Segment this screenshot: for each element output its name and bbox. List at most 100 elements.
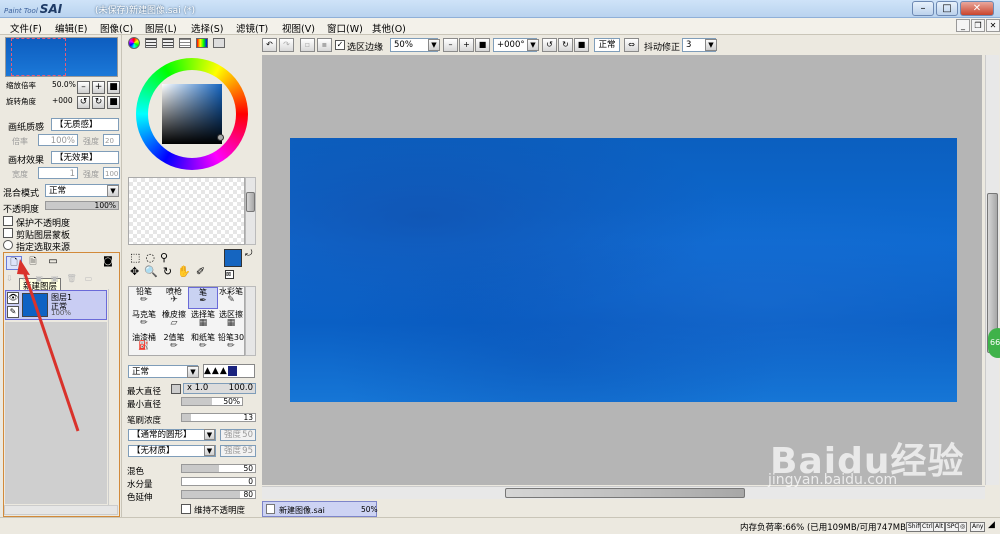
rotate-view-icon[interactable]: ↻ [163,265,177,278]
color-wheel-tab-icon[interactable] [128,37,140,49]
reset-colors-icon[interactable]: ⊠ [225,270,234,279]
flip-icon[interactable]: ⇔ [624,38,639,52]
mdi-close-icon[interactable]: ✕ [986,19,1000,32]
stabilizer-label: 抖动修正 [644,43,681,53]
brush-binary-pen[interactable]: 2值笔 ✏ [159,333,189,355]
min-size-label: 最小直径 [127,400,162,410]
brush-select-eraser[interactable]: 选区擦 ▦ [216,310,246,332]
selection-edge-label: 选区边缘 [347,43,384,53]
brush-select-pen[interactable]: 选择笔 ▦ [188,310,218,332]
menu-image[interactable]: 图像(C) [100,21,133,35]
deselect-icon[interactable]: ▫ [300,38,315,52]
move-icon[interactable]: ✥ [130,265,144,278]
menu-edit[interactable]: 编辑(E) [55,21,87,35]
horizontal-scroll-thumb[interactable] [505,488,745,498]
brush-grid-scrollbar[interactable] [245,286,256,356]
brush-texture-strength[interactable]: 强度 95 [220,445,256,457]
brush-pencil30[interactable]: 铅笔30 ✏ [216,333,246,355]
invert-selection-icon[interactable]: ▪ [317,38,332,52]
undo-icon[interactable]: ↶ [262,38,277,52]
window-title: (未保存)新建图像.sai (*) [95,6,195,16]
zoom-in-button[interactable]: + [459,38,474,52]
brush-shape-presets[interactable]: ▲▲▲■ [203,364,255,378]
brush-shape-strength[interactable]: 强度 50 [220,429,256,441]
redo-icon[interactable]: ↷ [279,38,294,52]
menu-file[interactable]: 文件(F) [10,21,42,35]
selection-edge-checkbox[interactable]: ✓ [335,40,345,50]
brush-pencil[interactable]: 铅笔 ✏ [129,287,159,309]
menu-layer[interactable]: 图层(L) [145,21,177,35]
menu-other[interactable]: 其他(O) [372,21,406,35]
brush-bucket[interactable]: 油漆桶 ⛽ [129,333,159,355]
min-size-slider[interactable]: 50% [181,397,243,406]
swatches-tab-icon[interactable] [196,38,208,48]
brush-shape-select[interactable]: 【通常的圆形】 [128,429,216,441]
zoom-out-button[interactable]: – [443,38,458,52]
rotate-left-icon[interactable]: ↺ [542,38,557,52]
hue-handle[interactable] [217,134,224,141]
max-size-field[interactable]: x 1.0 100.0 [183,383,256,394]
rotate-dropdown-icon[interactable]: ▼ [527,39,539,51]
rect-select-icon[interactable]: ⬚ [130,251,145,264]
zoom-reset-button[interactable]: ■ [475,38,490,52]
swap-colors-icon[interactable]: ⤾ [245,249,253,259]
mixer-tab-icon[interactable] [179,38,191,48]
persistence-slider[interactable]: 80 [181,490,256,499]
brush-marker[interactable]: 马克笔 ✏ [129,310,159,332]
scratch-pad[interactable] [128,177,245,245]
brush-pen[interactable]: 笔 ✒ [188,287,218,309]
primary-color-swatch[interactable] [224,249,242,267]
color-square[interactable] [162,84,222,144]
menu-window[interactable]: 窗口(W) [327,21,363,35]
mdi-minimize-icon[interactable]: _ [956,19,970,32]
magic-wand-icon[interactable]: ⚲ [160,251,173,264]
document-tab[interactable]: 新建图像.sai 50% [262,501,378,517]
hsv-slider-tab-icon[interactable] [162,38,174,48]
brush-watercolor[interactable]: 水彩笔 ✎ [216,287,246,309]
rotate-reset-icon[interactable]: ■ [574,38,589,52]
scratch-pad-scrollbar[interactable] [245,177,256,245]
minimize-button[interactable]: – [912,1,934,16]
canvas-image[interactable] [290,138,957,402]
max-size-checkbox[interactable] [171,384,181,394]
keep-opacity-checkbox[interactable] [181,504,191,514]
memory-status: 内存负荷率:66% (已用109MB/可用747MB) [740,523,910,533]
blending-slider[interactable]: 50 [181,464,256,473]
resize-grip-icon[interactable]: ◢ [988,520,995,530]
lasso-icon[interactable]: ◌ [145,251,160,264]
status-bar: 内存负荷率:66% (已用109MB/可用747MB) Shift Ctrl A… [0,517,1000,534]
brush-airbrush[interactable]: 喷枪 ✈ [159,287,189,309]
vertical-scrollbar[interactable] [985,55,999,485]
key-any: Any [970,522,986,532]
rotate-right-icon[interactable]: ↻ [558,38,573,52]
dilution-slider[interactable]: 0 [181,477,256,486]
zoom-dropdown-icon[interactable]: ▼ [428,39,440,51]
mode-select[interactable]: 正常 [594,38,620,52]
brush-shape-dropdown-icon[interactable]: ▼ [204,429,215,440]
menu-view[interactable]: 视图(V) [282,21,315,35]
close-button[interactable]: ✕ [960,1,994,16]
brush-eraser[interactable]: 橡皮擦 ▱ [159,310,189,332]
mdi-restore-icon[interactable]: ❐ [971,19,985,32]
stabilizer-dropdown-icon[interactable]: ▼ [705,39,717,51]
hand-icon[interactable]: ✋ [177,265,196,278]
selection-tools: ⬚◌⚲ ✥🔍↻✋✐ [130,251,216,281]
maximize-button[interactable]: □ [936,1,958,16]
brush-texture-dropdown-icon[interactable]: ▼ [204,445,215,456]
zoom-icon[interactable]: 🔍 [144,265,163,278]
persistence-fill [182,491,241,498]
left-panel: 缩放倍率 50.0% – + ■ 旋转角度 +000 ↺ ↻ ■ 画纸质感 【无… [0,35,122,517]
scratchpad-tab-icon[interactable] [213,38,225,48]
menu-select[interactable]: 选择(S) [191,21,223,35]
brush-texture-select[interactable]: 【无材质】 [128,445,216,457]
rgb-slider-tab-icon[interactable] [145,38,157,48]
density-slider[interactable]: 13 [181,413,256,422]
eyedropper-icon[interactable]: ✐ [196,265,210,278]
side-badge[interactable]: 66 [988,328,1000,358]
app-logo: Paint Tool SAI [4,2,63,16]
menu-filter[interactable]: 滤镜(T) [236,21,268,35]
brush-washi-pen[interactable]: 和纸笔 ✏ [188,333,218,355]
color-wheel[interactable] [136,58,248,170]
brush-mode-dropdown-icon[interactable]: ▼ [187,366,199,378]
density-label: 笔刷浓度 [127,416,162,426]
